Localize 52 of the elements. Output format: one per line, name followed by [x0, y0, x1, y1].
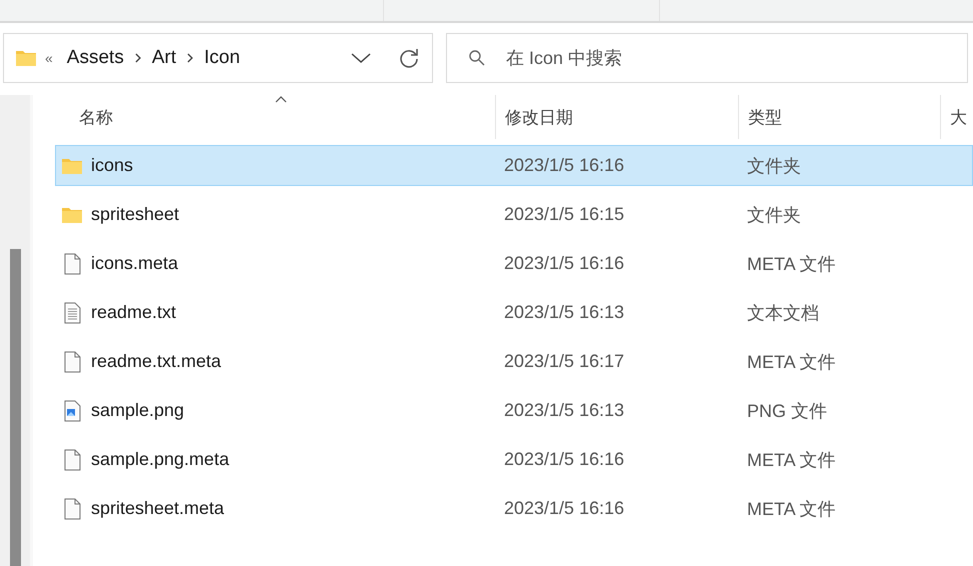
- file-name: icons.meta: [91, 253, 178, 274]
- search-field[interactable]: 在 Icon 中搜索: [446, 33, 968, 83]
- file-row[interactable]: icons 2023/1/5 16:16 文件夹: [55, 145, 973, 186]
- folder-icon: [15, 49, 37, 67]
- file-row[interactable]: spritesheet.meta 2023/1/5 16:16 META 文件: [55, 488, 973, 529]
- file-type: META 文件: [747, 448, 836, 472]
- sort-ascending-icon: [275, 95, 287, 103]
- file-row[interactable]: spritesheet 2023/1/5 16:15 文件夹: [55, 194, 973, 235]
- address-bar[interactable]: « Assets Art Icon: [3, 33, 433, 83]
- file-row[interactable]: sample.png.meta 2023/1/5 16:16 META 文件: [55, 439, 973, 480]
- column-header[interactable]: 大: [940, 95, 973, 139]
- file-name: spritesheet: [91, 204, 180, 225]
- dropdown-icon[interactable]: [350, 51, 372, 65]
- file-row[interactable]: sample.png 2023/1/5 16:13 PNG 文件: [55, 390, 973, 431]
- chevron-right-icon: [134, 53, 142, 63]
- file-row[interactable]: readme.txt 2023/1/5 16:13 文本文档: [55, 292, 973, 333]
- modified-date: 2023/1/5 16:15: [504, 204, 624, 225]
- file-row[interactable]: readme.txt.meta 2023/1/5 16:17 META 文件: [55, 341, 973, 382]
- breadcrumb-item[interactable]: Art: [152, 47, 176, 69]
- folder-icon: [61, 206, 83, 224]
- file-type: 文本文档: [747, 302, 819, 324]
- column-header[interactable]: 名称: [55, 95, 495, 139]
- file-type: META 文件: [747, 252, 836, 276]
- breadcrumb-item[interactable]: Assets: [66, 47, 124, 69]
- file-type: META 文件: [747, 350, 836, 374]
- file-type: META 文件: [747, 498, 836, 520]
- refresh-icon[interactable]: [398, 47, 420, 69]
- modified-date: 2023/1/5 16:16: [504, 449, 624, 470]
- file-type: PNG 文件: [747, 400, 828, 422]
- scrollbar-thumb[interactable]: [10, 249, 21, 566]
- modified-date: 2023/1/5 16:16: [504, 253, 624, 274]
- file-name: icons: [91, 155, 134, 176]
- file-name: spritesheet.meta: [91, 498, 224, 519]
- breadcrumb-item[interactable]: Icon: [204, 47, 240, 69]
- search-icon: [468, 49, 486, 67]
- file-name: readme.txt: [91, 302, 176, 323]
- file-type: 文件夹: [747, 204, 801, 226]
- file-name: readme.txt.meta: [91, 351, 222, 372]
- file-name: sample.png: [91, 400, 184, 421]
- chevron-right-icon: [186, 53, 194, 63]
- modified-date: 2023/1/5 16:16: [504, 155, 624, 176]
- column-header[interactable]: 类型: [738, 95, 940, 139]
- modified-date: 2023/1/5 16:13: [504, 400, 624, 421]
- folder-icon: [61, 156, 83, 174]
- file-type: 文件夹: [747, 154, 801, 178]
- modified-date: 2023/1/5 16:13: [504, 302, 624, 323]
- column-header[interactable]: 修改日期: [495, 95, 738, 139]
- modified-date: 2023/1/5 16:16: [504, 498, 624, 519]
- file-name: sample.png.meta: [91, 449, 230, 470]
- overflow-chevron[interactable]: «: [45, 50, 53, 66]
- file-row[interactable]: icons.meta 2023/1/5 16:16 META 文件: [55, 243, 973, 284]
- modified-date: 2023/1/5 16:17: [504, 351, 624, 372]
